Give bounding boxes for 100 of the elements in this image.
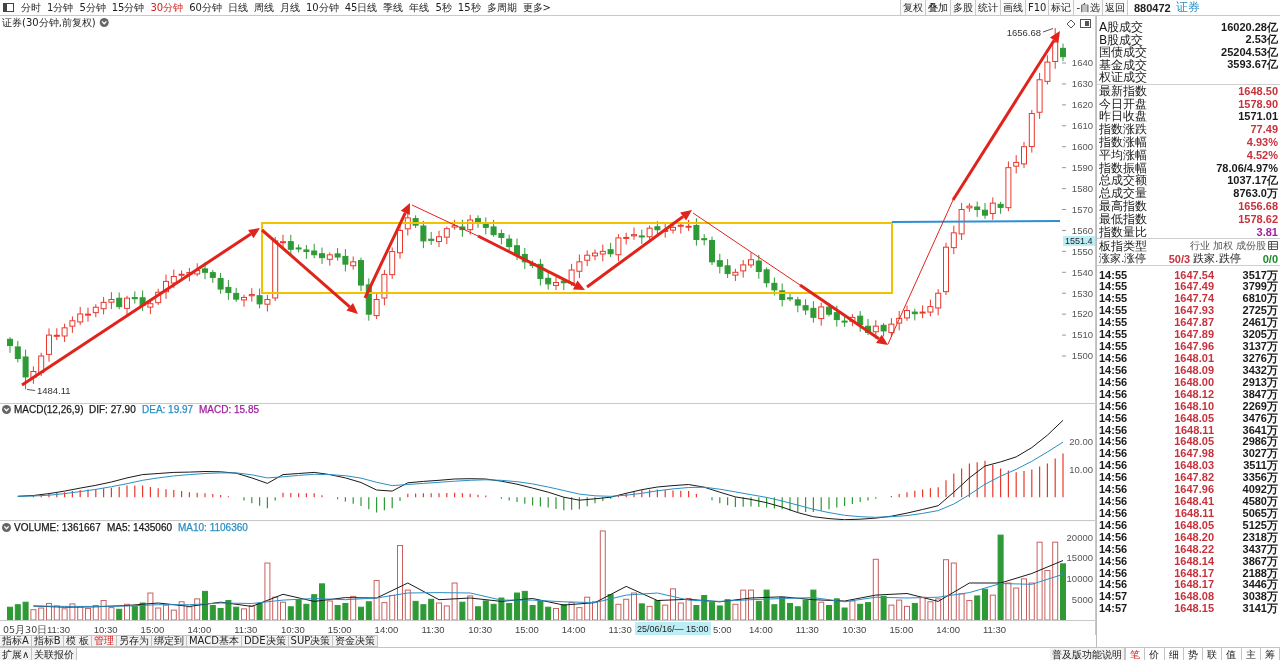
time-axis-label: 11:30: [795, 624, 819, 635]
stat-value: 16020.28亿: [1221, 19, 1278, 34]
period-tab[interactable]: 1分钟: [46, 0, 75, 15]
chevron-circle-icon[interactable]: [99, 18, 109, 27]
time-axis-label: 15:00: [327, 624, 352, 635]
window-icon[interactable]: [1080, 19, 1091, 28]
toolbar-button[interactable]: 返回: [1102, 0, 1127, 15]
tick-time: 14:56: [1099, 436, 1129, 448]
more-menu[interactable]: 更多>: [521, 0, 552, 15]
tick-time: 14:56: [1099, 424, 1129, 436]
toolbar-button[interactable]: 叠加: [924, 0, 950, 15]
toolbar-button[interactable]: -自选: [1073, 0, 1102, 15]
tick-price: 1648.05: [1173, 436, 1214, 448]
price-axis-label: 1590: [1071, 161, 1093, 173]
tick-price: 1648.12: [1173, 388, 1214, 400]
stat-label: 指数涨幅: [1099, 136, 1147, 149]
period-tab[interactable]: 5秒: [434, 0, 453, 15]
period-tab[interactable]: 周线: [252, 0, 275, 15]
time-axis-label: 15:00: [515, 624, 539, 635]
period-tab[interactable]: 季线: [382, 0, 405, 15]
stat-value: 25204.53亿: [1221, 45, 1278, 59]
axis-label: 20.00: [1069, 436, 1093, 448]
tick-price: 1648.10: [1173, 400, 1214, 412]
toolbar-button[interactable]: 标记: [1048, 0, 1074, 15]
period-tab[interactable]: 多周期: [485, 0, 518, 15]
diamond-icon[interactable]: [1066, 19, 1076, 29]
chevron-circle-icon[interactable]: [2, 523, 11, 532]
period-tab[interactable]: 5分钟: [78, 0, 107, 15]
indicator-tab[interactable]: 模 板: [63, 635, 92, 647]
tick-time: 14:56: [1099, 555, 1129, 567]
indicator-tab[interactable]: 指标A: [0, 635, 32, 647]
time-axis-label: 15:00: [889, 624, 914, 635]
period-tab[interactable]: 10分钟: [304, 0, 340, 15]
indicator-tab[interactable]: 管理: [91, 635, 117, 647]
tick-time: 14:55: [1099, 293, 1129, 305]
period-tab[interactable]: 月线: [278, 0, 301, 15]
tick-price: 1648.11: [1173, 507, 1214, 519]
tick-time: 14:56: [1099, 460, 1129, 472]
stat-value: 3593.67亿: [1227, 58, 1278, 73]
sidebar-icon[interactable]: [3, 3, 14, 12]
price-axis-label: 1580: [1071, 182, 1093, 194]
stat-label: 指数涨跌: [1099, 123, 1147, 136]
period-tab[interactable]: 15分钟: [110, 0, 146, 15]
stat-value: 1656.68: [1238, 200, 1278, 213]
breadth-value: 50/3: [1168, 252, 1191, 265]
tick-price: 1648.00: [1173, 376, 1214, 388]
tick-time: 14:56: [1099, 543, 1129, 555]
stat-label: 国债成交: [1099, 46, 1147, 59]
toolbar-button[interactable]: 多股: [949, 0, 975, 15]
period-tab[interactable]: 45日线: [343, 0, 379, 15]
toolbar-button[interactable]: F10: [1024, 0, 1049, 15]
price-axis-label: 1500: [1071, 350, 1093, 362]
tick-price: 1648.14: [1173, 555, 1214, 567]
time-axis-label: 14:00: [561, 624, 586, 635]
tick-volume: 3517万: [1241, 269, 1278, 281]
toolbar-button[interactable]: 统计: [974, 0, 1000, 15]
tick-volume: 4580万: [1241, 496, 1278, 508]
tick-volume: 3432万: [1241, 364, 1278, 376]
toolbar-button[interactable]: 复权: [899, 0, 925, 15]
indicator-tab[interactable]: MACD基本: [186, 635, 242, 647]
help-link[interactable]: 普及版功能说明: [1050, 648, 1125, 660]
chevron-circle-icon[interactable]: [2, 405, 11, 414]
toolbar-button[interactable]: 画线: [999, 0, 1025, 15]
tick-price: 1648.20: [1173, 531, 1214, 543]
footer-button[interactable]: 关联报价: [32, 648, 78, 660]
footer-button[interactable]: 扩展∧: [0, 648, 33, 660]
indicator-tab[interactable]: SUP决策: [288, 635, 334, 647]
indicator-tab[interactable]: 指标B: [31, 635, 64, 647]
time-axis-label: 11:30: [47, 624, 71, 635]
axis-label: 10.00: [1069, 463, 1093, 475]
grid-icon[interactable]: [1268, 241, 1278, 251]
tick-price: 1648.17: [1173, 579, 1214, 591]
indicator-tab[interactable]: 另存为: [116, 635, 152, 647]
stat-label: 指数振幅: [1099, 161, 1147, 174]
security-code: 880472: [1134, 1, 1171, 14]
period-tab[interactable]: 日线: [226, 0, 249, 15]
tick-price: 1647.82: [1173, 472, 1214, 484]
period-tab[interactable]: 30分钟: [149, 0, 185, 15]
indicator-tab[interactable]: 资金决策: [333, 635, 379, 647]
tick-time: 14:56: [1099, 531, 1129, 543]
stat-label: B股成交: [1099, 33, 1144, 46]
period-tab[interactable]: 15秒: [456, 0, 482, 15]
period-tab[interactable]: 年线: [408, 0, 431, 15]
breadth-value: 0/0: [1262, 252, 1278, 265]
period-tab[interactable]: 分时: [20, 0, 42, 15]
indicator-tab[interactable]: DDE决策: [241, 635, 289, 647]
tick-volume: 3476万: [1241, 412, 1278, 424]
tick-volume: 2188万: [1241, 567, 1278, 579]
tick-price: 1647.96: [1173, 484, 1214, 496]
price-axis-label: 1600: [1071, 141, 1093, 152]
stat-value: 77.49: [1250, 123, 1278, 136]
leader-line: [26, 389, 36, 391]
series-legend: VOLUME: 1361667: [14, 522, 101, 533]
series-legend: DEA: 19.97: [142, 404, 194, 415]
indicator-tab[interactable]: 绑定到: [151, 635, 187, 647]
period-tab[interactable]: 60分钟: [188, 0, 223, 15]
tick-time: 14:56: [1099, 472, 1129, 484]
stat-value: 1037.17亿: [1227, 173, 1278, 188]
time-axis-label: 11:30: [234, 624, 258, 635]
tick-time: 14:56: [1099, 388, 1129, 400]
